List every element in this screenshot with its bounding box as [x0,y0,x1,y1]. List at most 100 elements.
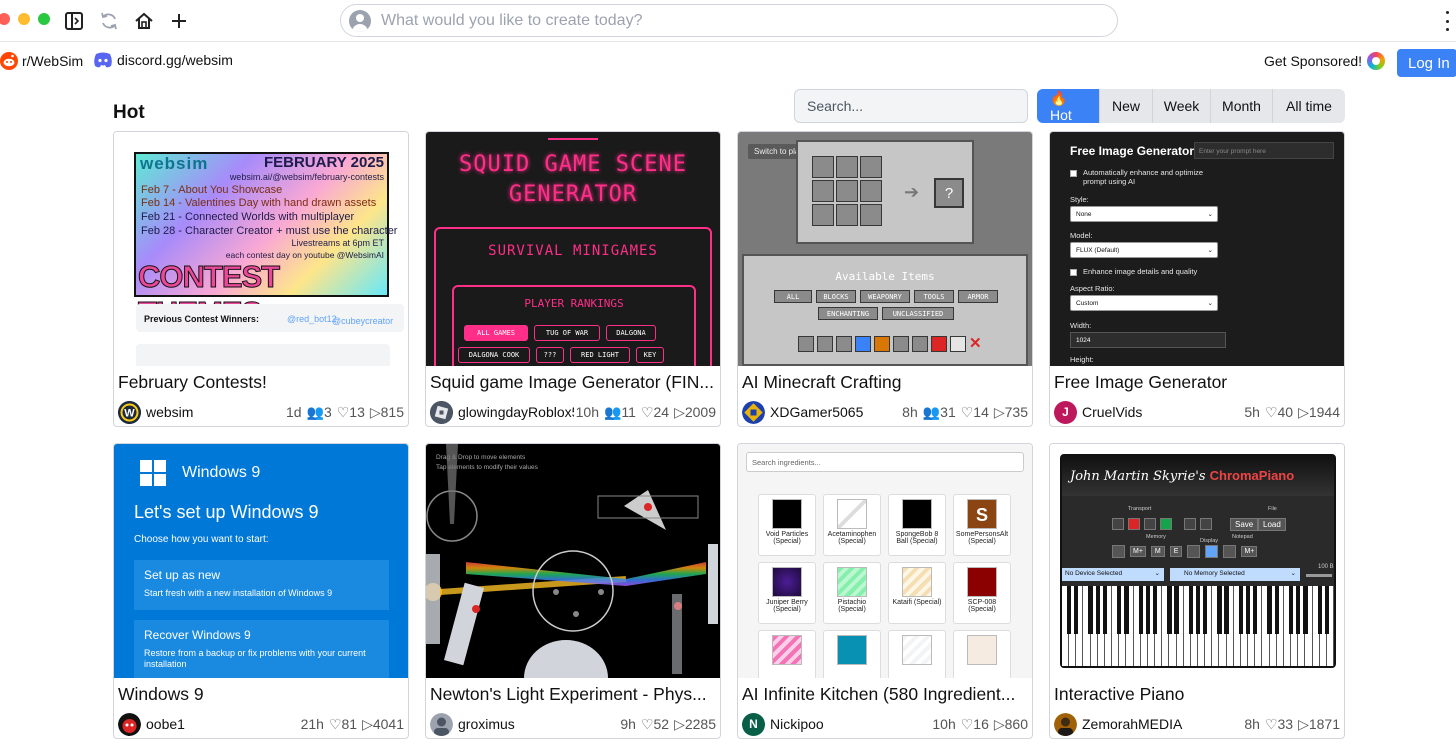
author-name[interactable]: oobe1 [146,716,299,732]
notepad-add-button[interactable]: M+ [1241,546,1258,557]
card-title[interactable]: Newton's Light Experiment - Phys... [430,684,716,705]
play-button[interactable] [1144,518,1156,530]
project-card[interactable]: Free Image Generator Enter your prompt h… [1049,131,1345,427]
author-avatar[interactable] [1054,712,1077,736]
filter-chip[interactable]: DALGONA COOK [458,347,530,363]
black-key[interactable] [1088,586,1093,634]
filter-chip[interactable]: RED LIGHT [570,347,630,363]
black-key[interactable] [1102,586,1108,634]
tab-month[interactable]: Month [1211,89,1273,123]
record-button[interactable] [1128,518,1140,530]
author-avatar[interactable]: J [1054,400,1077,424]
memory-select[interactable]: No Memory Selected ⌄ [1170,568,1300,581]
project-thumbnail[interactable]: SQUID GAME SCENE GENERATOR SURVIVAL MINI… [426,132,720,366]
ingredient-tile[interactable] [758,630,816,678]
next-button[interactable] [1200,518,1212,530]
sidebar-toggle-icon[interactable] [61,8,87,34]
black-key[interactable] [1288,586,1294,634]
memory-add-button[interactable]: M+ [1130,546,1146,557]
black-key[interactable] [1152,586,1158,634]
generator-prompt-field[interactable]: Enter your prompt here [1194,142,1334,159]
create-prompt-input[interactable] [381,11,1081,30]
home-icon[interactable] [131,8,157,34]
black-key[interactable] [1167,586,1172,634]
recover-option[interactable]: Recover Windows 9 Restore from a backup … [134,620,389,678]
black-key[interactable] [1317,586,1322,634]
author-name[interactable]: websim [146,404,284,420]
ingredient-tile[interactable]: S SomePersonsAlt (Special) [953,494,1011,556]
ingredient-tile[interactable]: Pistachio (Special) [823,562,881,624]
black-key[interactable] [1067,586,1072,634]
category-button[interactable]: UNCLASSIFIED [882,307,954,320]
black-key[interactable] [1188,586,1193,634]
black-key[interactable] [1174,586,1179,634]
author-avatar[interactable]: W [118,400,141,424]
card-title[interactable]: Free Image Generator [1054,372,1340,393]
author-name[interactable]: groximus [458,716,618,732]
enhance-option[interactable]: Automatically enhance and optimize promp… [1070,168,1220,186]
project-card[interactable]: SQUID GAME SCENE GENERATOR SURVIVAL MINI… [425,131,721,427]
ingredient-tile[interactable]: Kataifi (Special) [888,562,946,624]
category-button[interactable]: BLOCKS [816,290,856,303]
project-card[interactable]: Drag & Drop to move elements Tap element… [425,443,721,739]
filter-chip[interactable]: DALGONA [606,325,656,341]
project-thumbnail[interactable]: websim FEBRUARY 2025 websim.ai/@websim/f… [114,132,408,366]
card-title[interactable]: Squid game Image Generator (FIN... [430,372,716,393]
card-title[interactable]: AI Minecraft Crafting [742,372,1028,393]
filter-chip[interactable]: TUG OF WAR [534,325,600,341]
project-card[interactable]: Switch to place mode ➔ ? Available Items… [737,131,1033,427]
rewind-button[interactable] [1112,518,1124,530]
project-thumbnail[interactable]: Drag & Drop to move elements Tap element… [426,444,720,678]
new-tab-icon[interactable] [166,8,192,34]
author-name[interactable]: XDGamer5065 [770,404,900,420]
load-button[interactable]: Load [1258,518,1286,531]
save-button[interactable]: Save [1230,518,1259,531]
author-name[interactable]: Nickipoo [770,716,930,732]
discord-link[interactable]: discord.gg/websim [93,52,233,68]
black-key[interactable] [1274,586,1279,634]
project-card[interactable]: websim FEBRUARY 2025 websim.ai/@websim/f… [113,131,409,427]
project-thumbnail[interactable]: John Martin Skyrie's ChromaPiano Transpo… [1050,444,1344,678]
card-title[interactable]: Interactive Piano [1054,684,1340,705]
style-select[interactable]: None ⌄ [1070,206,1218,222]
author-avatar[interactable] [118,712,141,736]
ingredient-tile[interactable]: Juniper Berry (Special) [758,562,816,624]
clear-icon[interactable]: ✕ [969,336,982,352]
notepad-button[interactable] [1223,545,1237,558]
filter-chip[interactable]: ALL GAMES [464,325,528,341]
project-card[interactable]: Windows 9 Let's set up Windows 9 Choose … [113,443,409,739]
create-prompt-bar[interactable] [340,4,1118,37]
author-name[interactable]: ZemorahMEDIA [1082,716,1242,732]
ingredient-tile[interactable]: Void Particles (Special) [758,494,816,556]
black-key[interactable] [1224,586,1229,634]
maximize-window-dot[interactable] [38,13,50,25]
reddit-link[interactable]: r/WebSim [0,52,83,70]
prev-button[interactable] [1184,518,1196,530]
black-key[interactable] [1267,586,1272,634]
trash-button[interactable] [1112,545,1125,558]
ingredient-tile[interactable] [888,630,946,678]
black-key[interactable] [1074,586,1079,634]
card-title[interactable]: February Contests! [118,372,404,393]
author-avatar[interactable]: N [742,712,765,736]
author-avatar[interactable] [430,400,453,424]
aspect-select[interactable]: Custom ⌄ [1070,295,1218,311]
category-button[interactable]: ARMOR [958,290,998,303]
tab-hot[interactable]: 🔥 Hot [1037,89,1100,123]
ingredient-tile[interactable]: Acetaminophen (Special) [823,494,881,556]
author-avatar[interactable] [742,400,765,424]
black-key[interactable] [1253,586,1258,634]
card-title[interactable]: AI Infinite Kitchen (580 Ingredient... [742,684,1028,705]
ingredient-tile[interactable] [823,630,881,678]
black-key[interactable] [1245,586,1251,634]
black-key[interactable] [1324,586,1329,634]
ingredient-tile[interactable]: SpongeBob 8 Ball (Special) [888,494,946,556]
author-avatar[interactable] [430,712,453,736]
black-key[interactable] [1124,586,1129,634]
category-button[interactable]: ENCHANTING [818,307,878,320]
close-window-dot[interactable] [0,13,10,25]
black-key[interactable] [1117,586,1122,634]
ingredient-tile[interactable] [953,630,1011,678]
author-name[interactable]: glowingdayRoblox56 [458,404,574,420]
user-avatar-icon[interactable] [349,9,371,32]
